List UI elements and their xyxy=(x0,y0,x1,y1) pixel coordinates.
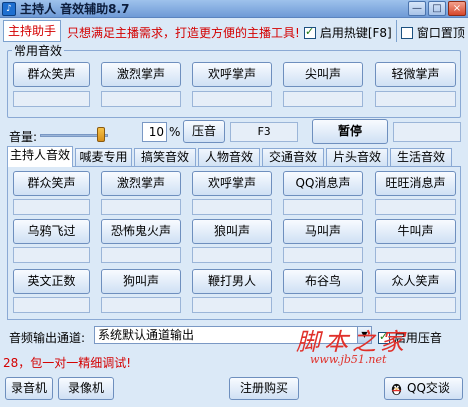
window-topmost-option[interactable]: 窗口置顶 xyxy=(401,24,465,41)
app-icon: ♪ xyxy=(2,2,16,16)
volume-label: 音量: xyxy=(9,130,38,144)
common-effect-button[interactable]: 轻微掌声 xyxy=(375,62,456,87)
tab-host-effects[interactable]: 主持人音效 xyxy=(7,146,73,167)
hotkey-display xyxy=(375,247,456,263)
register-purchase-button[interactable]: 注册购买 xyxy=(229,377,299,400)
hotkey-display xyxy=(375,199,456,215)
window-controls: — □ × xyxy=(408,1,466,16)
volume-value-field[interactable]: 10 xyxy=(142,122,167,142)
promo-text: 只想满足主播需求，打造更方便的主播工具! xyxy=(67,26,300,40)
host-effect-button[interactable]: 英文正数 xyxy=(13,269,90,294)
title-bar: ♪ 主持人 音效辅助8.7 — □ × xyxy=(0,0,468,18)
host-effect-button[interactable]: 狗叫声 xyxy=(101,269,181,294)
pressure-hotkey-field[interactable]: F3 xyxy=(230,122,298,142)
host-effect-button[interactable]: 狼叫声 xyxy=(192,219,272,244)
host-effect-button[interactable]: 激烈掌声 xyxy=(101,171,181,196)
qq-chat-button[interactable]: QQ交谈 xyxy=(384,377,463,400)
host-effect-button[interactable]: 牛叫声 xyxy=(375,219,456,244)
enable-hotkey-option[interactable]: 启用热键[F8] xyxy=(304,24,392,41)
host-effect-button[interactable]: 旺旺消息声 xyxy=(375,171,456,196)
common-effect-button[interactable]: 尖叫声 xyxy=(283,62,363,87)
window-title: 主持人 音效辅助8.7 xyxy=(20,2,130,16)
output-channel-value: 系统默认通道输出 xyxy=(98,328,195,342)
hotkey-display xyxy=(101,297,181,313)
common-effect-button[interactable]: 群众笑声 xyxy=(13,62,90,87)
qq-chat-label: QQ交谈 xyxy=(407,381,450,395)
volume-slider-handle[interactable] xyxy=(97,127,106,142)
maximize-button[interactable]: □ xyxy=(428,1,446,16)
pause-hotkey-field[interactable] xyxy=(393,122,461,142)
enable-pressure-option[interactable]: 启用压音 xyxy=(378,329,442,346)
window-topmost-label: 窗口置顶 xyxy=(416,26,465,40)
hotkey-display xyxy=(375,297,456,313)
hotkey-display xyxy=(283,297,363,313)
host-effect-button[interactable]: 群众笑声 xyxy=(13,171,90,196)
hotkey-display xyxy=(192,199,272,215)
hotkey-display xyxy=(101,91,181,107)
common-effect-button[interactable]: 激烈掌声 xyxy=(101,62,181,87)
output-channel-select[interactable]: 系统默认通道输出 ▼ xyxy=(94,326,372,344)
hotkey-display xyxy=(13,199,90,215)
chevron-down-icon[interactable]: ▼ xyxy=(357,327,371,343)
hotkey-display xyxy=(13,91,90,107)
window-topmost-checkbox[interactable] xyxy=(401,27,413,39)
helper-tab[interactable]: 主持助手 xyxy=(3,20,61,42)
hotkey-display xyxy=(283,199,363,215)
tab-character-effects[interactable]: 人物音效 xyxy=(198,148,260,166)
hotkey-display xyxy=(13,297,90,313)
volume-unit: % xyxy=(169,125,181,139)
host-effect-button[interactable]: 布谷鸟 xyxy=(283,269,363,294)
watermark-url: www.jb51.net xyxy=(310,353,387,366)
host-effect-button[interactable]: 乌鸦飞过 xyxy=(13,219,90,244)
hotkey-display xyxy=(375,91,456,107)
hotkey-display xyxy=(13,247,90,263)
output-channel-label: 音频输出通道: xyxy=(9,331,86,345)
enable-pressure-checkbox[interactable] xyxy=(378,330,390,344)
enable-hotkey-checkbox[interactable] xyxy=(304,25,316,39)
host-effect-button[interactable]: QQ消息声 xyxy=(283,171,363,196)
pause-button[interactable]: 暂停 xyxy=(312,119,388,144)
tab-funny-effects[interactable]: 搞笑音效 xyxy=(134,148,196,166)
tab-mc-special[interactable]: 喊麦专用 xyxy=(75,148,132,166)
header-divider xyxy=(396,20,397,42)
service-notice: 28，包一对一精细调试! xyxy=(3,356,132,370)
hotkey-display xyxy=(101,247,181,263)
audio-recorder-button[interactable]: 录音机 xyxy=(5,377,53,400)
hotkey-display xyxy=(283,247,363,263)
hotkey-display xyxy=(192,247,272,263)
tab-life-effects[interactable]: 生活音效 xyxy=(390,148,452,166)
host-effect-button[interactable]: 众人笑声 xyxy=(375,269,456,294)
host-effect-button[interactable]: 恐怖鬼火声 xyxy=(101,219,181,244)
common-effect-button[interactable]: 欢呼掌声 xyxy=(192,62,272,87)
hotkey-display xyxy=(192,297,272,313)
host-effect-button[interactable]: 马叫声 xyxy=(283,219,363,244)
hotkey-display xyxy=(101,199,181,215)
qq-penguin-icon xyxy=(391,383,402,396)
video-recorder-button[interactable]: 录像机 xyxy=(58,377,114,400)
hotkey-display xyxy=(283,91,363,107)
enable-hotkey-label: 启用热键[F8] xyxy=(319,26,392,40)
tab-intro-effects[interactable]: 片头音效 xyxy=(326,148,388,166)
pressure-button[interactable]: 压音 xyxy=(183,120,225,143)
close-button[interactable]: × xyxy=(448,1,466,16)
minimize-button[interactable]: — xyxy=(408,1,426,16)
host-effect-button[interactable]: 欢呼掌声 xyxy=(192,171,272,196)
enable-pressure-label: 启用压音 xyxy=(393,331,442,345)
hotkey-display xyxy=(192,91,272,107)
tab-traffic-effects[interactable]: 交通音效 xyxy=(262,148,324,166)
host-effect-button[interactable]: 鞭打男人 xyxy=(192,269,272,294)
common-effects-title: 常用音效 xyxy=(12,42,65,59)
